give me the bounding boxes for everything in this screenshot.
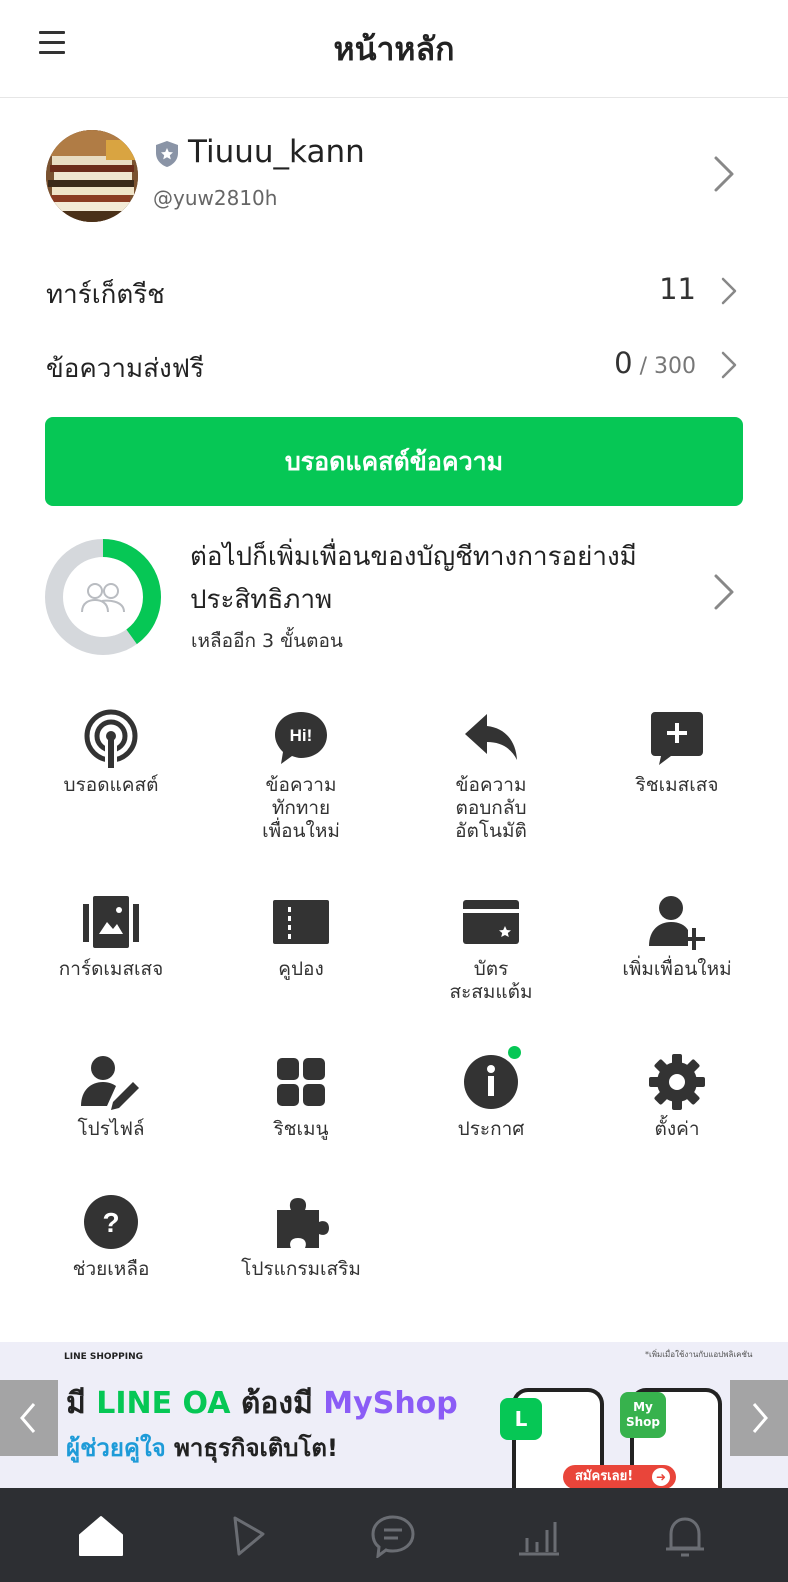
profile-name: Tiuuu_kann [188, 134, 365, 170]
banner-signup-button[interactable]: สมัครเลย! ➜ [563, 1465, 676, 1488]
chevron-right-icon [714, 574, 734, 610]
bottom-tab-bar [0, 1488, 788, 1582]
promo-banner[interactable]: LINE SHOPPING มี LINE OA ต้องมี MyShop ผ… [0, 1342, 788, 1488]
reward-card-icon [463, 900, 519, 944]
menu-label: ตั้งค่า [654, 1118, 700, 1140]
chevron-right-icon [714, 156, 734, 192]
menu-broadcast[interactable]: บรอดแคสต์ [16, 708, 206, 797]
menu-label: ริชเมนู [273, 1118, 329, 1140]
menu-help[interactable]: ? ช่วยเหลือ [16, 1192, 206, 1281]
banner-headline: มี LINE OA ต้องมี MyShop [66, 1386, 458, 1421]
menu-add-friend[interactable]: เพิ่มเพื่อนใหม่ [582, 892, 772, 981]
svg-text:Hi!: Hi! [290, 726, 313, 745]
broadcast-icon [84, 709, 138, 768]
tab-home[interactable] [28, 1488, 174, 1582]
menu-rich-message[interactable]: ริชเมสเสจ [582, 708, 772, 797]
verified-shield-icon [156, 141, 178, 167]
progress-ring [45, 539, 161, 655]
free-messages-value: 0 / 300 [614, 346, 696, 380]
top-app-bar: หน้าหลัก [0, 0, 788, 98]
home-icon [79, 1516, 123, 1556]
menu-coupon[interactable]: คูปอง [206, 892, 396, 981]
account-profile-row[interactable]: Tiuuu_kann @yuw2810h [0, 116, 788, 236]
chevron-right-icon [721, 351, 737, 379]
chevron-right-icon [752, 1403, 768, 1433]
setup-progress-card[interactable]: ต่อไปก็เพิ่มเพื่อนของบัญชีทางการอย่างมีป… [0, 532, 788, 660]
menu-auto-reply[interactable]: ข้อความ ตอบกลับ อัตโนมัติ [396, 708, 586, 843]
menu-label: ประกาศ [457, 1118, 525, 1140]
rich-menu-icon [277, 1058, 325, 1106]
menu-label: ช่วยเหลือ [72, 1258, 150, 1280]
menu-label: โปรไฟล์ [77, 1118, 145, 1140]
puzzle-icon [277, 1198, 329, 1248]
profile-edit-icon [81, 1056, 139, 1110]
menu-settings[interactable]: ตั้งค่า [582, 1052, 772, 1141]
banner-next-button[interactable] [730, 1380, 788, 1456]
menu-label: คูปอง [278, 958, 324, 980]
add-friend-icon [649, 896, 705, 950]
help-icon: ? [84, 1195, 138, 1249]
info-icon [464, 1055, 518, 1109]
menu-reward-card[interactable]: บัตร สะสมแต้ม [396, 892, 586, 1004]
menu-label: การ์ดเมสเสจ [58, 958, 164, 980]
free-messages-label: ข้อความส่งฟรี [46, 354, 205, 384]
coupon-icon [273, 900, 329, 944]
target-reach-label: ทาร์เก็ตรีช [46, 280, 165, 310]
friends-icon [81, 583, 125, 613]
tab-notifications[interactable] [612, 1488, 758, 1582]
progress-subtitle: เหลืออีก 3 ขั้นตอน [191, 630, 343, 652]
menu-label: ริชเมสเสจ [635, 774, 719, 796]
banner-footnote: *เพิ่มเมื่อใช้งานกับแอปพลิเคชัน [645, 1350, 753, 1359]
tab-voom[interactable] [174, 1488, 320, 1582]
reply-icon [465, 714, 517, 760]
page-title: หน้าหลัก [333, 30, 455, 68]
chevron-right-icon [721, 277, 737, 305]
bell-icon [666, 1517, 704, 1557]
rich-message-icon [651, 712, 703, 765]
broadcast-message-button[interactable]: บรอดแคสต์ข้อความ [45, 417, 743, 506]
notification-dot [508, 1046, 521, 1059]
progress-title: ต่อไปก็เพิ่มเพื่อนของบัญชีทางการอย่างมีป… [190, 542, 637, 615]
menu-label: บัตร สะสมแต้ม [449, 958, 533, 1003]
free-messages-quota: / 300 [632, 354, 696, 379]
menu-greeting-message[interactable]: Hi! ข้อความ ทักทาย เพื่อนใหม่ [206, 708, 396, 843]
tab-chat[interactable] [320, 1488, 466, 1582]
myshop-logo-icon: My Shop [620, 1392, 666, 1438]
svg-text:?: ? [102, 1207, 119, 1238]
tab-insight[interactable] [466, 1488, 612, 1582]
menu-label: ข้อความ ตอบกลับ อัตโนมัติ [455, 774, 527, 842]
menu-profile[interactable]: โปรไฟล์ [16, 1052, 206, 1141]
insight-icon [519, 1522, 559, 1556]
target-reach-row[interactable]: ทาร์เก็ตรีช 11 [0, 262, 788, 318]
banner-subheadline: ผู้ช่วยคู่ใจ พาธุรกิจเติบโต! [66, 1434, 338, 1462]
chevron-left-icon [20, 1403, 36, 1433]
free-messages-row[interactable]: ข้อความส่งฟรี 0 / 300 [0, 336, 788, 392]
card-message-icon [83, 896, 139, 948]
avatar [46, 130, 138, 222]
menu-label: ข้อความ ทักทาย เพื่อนใหม่ [262, 774, 340, 842]
banner-brand: LINE SHOPPING [64, 1352, 144, 1362]
profile-handle: @yuw2810h [153, 186, 278, 210]
target-reach-value: 11 [659, 272, 696, 306]
chat-icon [371, 1515, 415, 1558]
greeting-icon: Hi! [275, 712, 327, 764]
gear-icon [649, 1054, 705, 1110]
menu-label: เพิ่มเพื่อนใหม่ [622, 958, 732, 980]
menu-label: บรอดแคสต์ [63, 774, 159, 796]
arrow-right-icon: ➜ [652, 1468, 670, 1486]
menu-card-message[interactable]: การ์ดเมสเสจ [16, 892, 206, 981]
menu-label: โปรแกรมเสริม [241, 1258, 361, 1280]
banner-prev-button[interactable] [0, 1380, 58, 1456]
menu-add-ons[interactable]: โปรแกรมเสริม [206, 1192, 396, 1281]
menu-announcement[interactable]: ประกาศ [396, 1046, 586, 1141]
voom-icon [233, 1516, 265, 1556]
line-logo-icon: L [500, 1398, 542, 1440]
menu-rich-menu[interactable]: ริชเมนู [206, 1052, 396, 1141]
